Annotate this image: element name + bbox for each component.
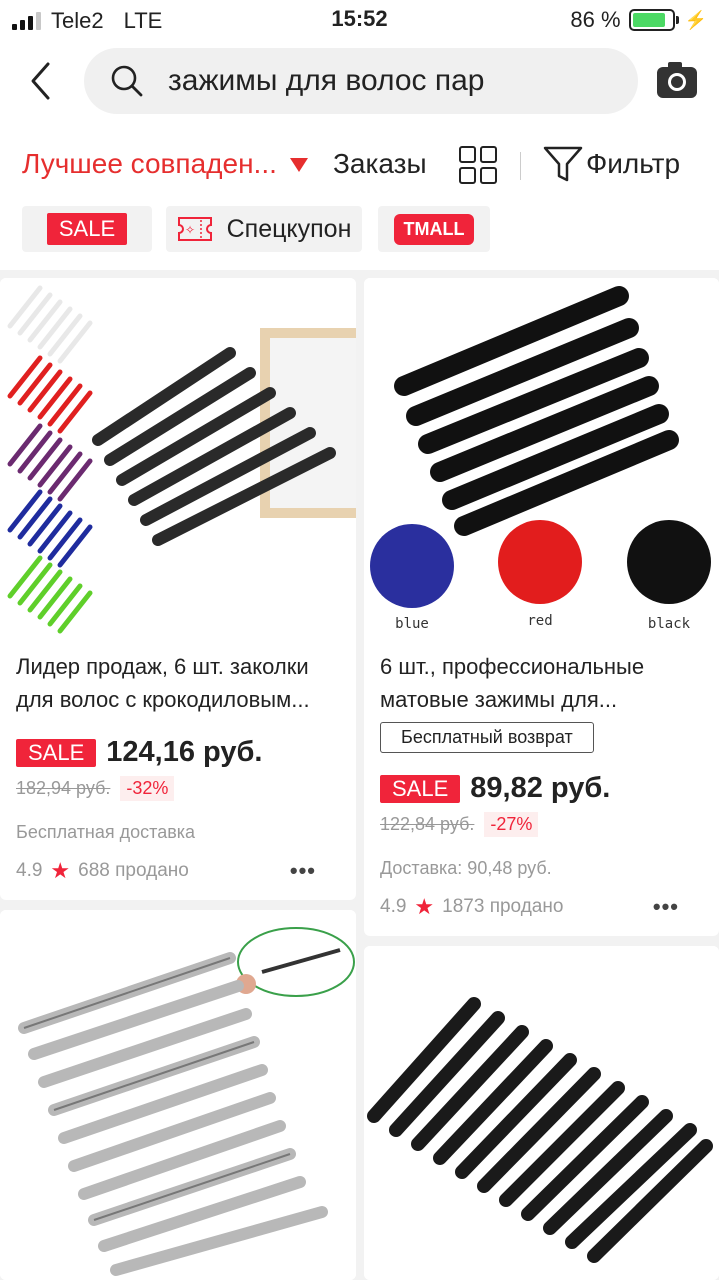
sort-orders[interactable]: Заказы bbox=[333, 148, 427, 180]
product-card-3[interactable] bbox=[0, 910, 356, 1280]
rating-value-1: 4.9 bbox=[16, 860, 43, 881]
camera-icon bbox=[657, 62, 697, 98]
sale-badge: SALE bbox=[380, 774, 461, 803]
product-price-2: 89,82 руб. bbox=[470, 772, 611, 804]
rating-value-2: 4.9 bbox=[380, 896, 407, 917]
status-right: 86 % ⚡ bbox=[570, 7, 707, 33]
product-title-1[interactable]: Лидер продаж, 6 шт. заколки для волос с … bbox=[16, 650, 346, 716]
product-card-1[interactable]: Лидер продаж, 6 шт. заколки для волос с … bbox=[0, 278, 356, 900]
back-button[interactable] bbox=[22, 60, 58, 102]
chip-tmall[interactable]: TMALL bbox=[378, 206, 490, 252]
chevron-left-icon bbox=[31, 62, 50, 100]
chip-sale[interactable]: SALE bbox=[22, 206, 152, 252]
coupon-label: Спецкупон bbox=[226, 214, 352, 243]
old-price-row-1: 182,94 руб. -32% bbox=[16, 776, 175, 801]
chip-coupon[interactable]: ✧ Спецкупон bbox=[166, 206, 362, 252]
discount-badge-2: -27% bbox=[484, 812, 539, 837]
price-row-2: SALE 89,82 руб. bbox=[380, 772, 610, 805]
product-card-2[interactable]: blue red black 6 шт., профессиональные м… bbox=[364, 278, 719, 936]
old-price-2: 122,84 руб. bbox=[380, 814, 475, 834]
hair-clips-image bbox=[7, 285, 356, 634]
sort-best-match[interactable]: Лучшее совпаден... bbox=[22, 148, 277, 180]
black-clips-image bbox=[367, 997, 713, 1263]
product-image-4[interactable] bbox=[364, 946, 719, 1280]
shipping-info-1: Бесплатная доставка bbox=[16, 822, 196, 842]
product-image-2[interactable]: blue red black bbox=[364, 278, 719, 638]
discount-badge-1: -32% bbox=[120, 776, 175, 801]
battery-icon bbox=[628, 9, 679, 31]
grid-view-icon[interactable] bbox=[459, 146, 497, 184]
more-options-button[interactable]: ••• bbox=[290, 858, 316, 884]
sold-count-2: 1873 продано bbox=[442, 896, 564, 917]
tmall-logo: TMALL bbox=[393, 213, 475, 245]
shipping-info-2: Доставка: 90,48 руб. bbox=[380, 858, 552, 878]
old-price-1: 182,94 руб. bbox=[16, 778, 111, 798]
filter-label: Фильтр bbox=[586, 148, 681, 179]
product-price-1: 124,16 руб. bbox=[106, 736, 263, 768]
star-icon: ★ bbox=[50, 858, 71, 883]
funnel-icon bbox=[543, 146, 583, 182]
free-return-badge: Бесплатный возврат bbox=[380, 722, 594, 753]
matte-clips-image: blue red black bbox=[370, 286, 711, 632]
battery-fill bbox=[632, 13, 666, 27]
color-label-blue: blue bbox=[395, 616, 429, 632]
search-query: зажимы для волос пар bbox=[168, 64, 485, 97]
more-options-button[interactable]: ••• bbox=[653, 894, 679, 920]
product-image-3[interactable] bbox=[0, 910, 356, 1280]
product-card-4[interactable] bbox=[364, 946, 719, 1280]
price-row-1: SALE 124,16 руб. bbox=[16, 736, 262, 769]
search-header: зажимы для волос пар bbox=[0, 40, 719, 126]
rating-row-1: 4.9 ★ 688 продано bbox=[16, 858, 189, 884]
caret-down-icon[interactable] bbox=[290, 158, 308, 172]
sold-count-1: 688 продано bbox=[78, 860, 189, 881]
charging-icon: ⚡ bbox=[684, 9, 707, 30]
divider bbox=[520, 152, 521, 180]
svg-text:✧: ✧ bbox=[185, 223, 195, 237]
color-label-red: red bbox=[527, 613, 552, 629]
old-price-row-2: 122,84 руб. -27% bbox=[380, 812, 539, 837]
rating-row-2: 4.9 ★ 1873 продано bbox=[380, 894, 563, 920]
product-title-2[interactable]: 6 шт., профессиональные матовые зажимы д… bbox=[380, 650, 710, 716]
camera-button[interactable] bbox=[656, 60, 698, 100]
silver-clips-image bbox=[18, 927, 355, 1276]
search-input[interactable]: зажимы для волос пар bbox=[84, 48, 638, 114]
coupon-icon: ✧ bbox=[177, 217, 212, 241]
product-image-1[interactable] bbox=[0, 278, 356, 638]
sort-bar: Лучшее совпаден... Заказы Фильтр bbox=[0, 126, 719, 206]
star-icon: ★ bbox=[414, 894, 435, 919]
sale-badge: SALE bbox=[16, 738, 97, 767]
status-bar: Tele2 LTE 15:52 86 % ⚡ bbox=[0, 0, 719, 40]
color-label-black: black bbox=[648, 616, 691, 632]
sale-badge: SALE bbox=[46, 213, 128, 245]
filter-chips: SALE ✧ Спецкупон TMALL bbox=[0, 206, 719, 270]
filter-button[interactable]: Фильтр bbox=[542, 144, 680, 184]
search-icon bbox=[111, 65, 143, 97]
battery-percent: 86 % bbox=[570, 7, 621, 32]
